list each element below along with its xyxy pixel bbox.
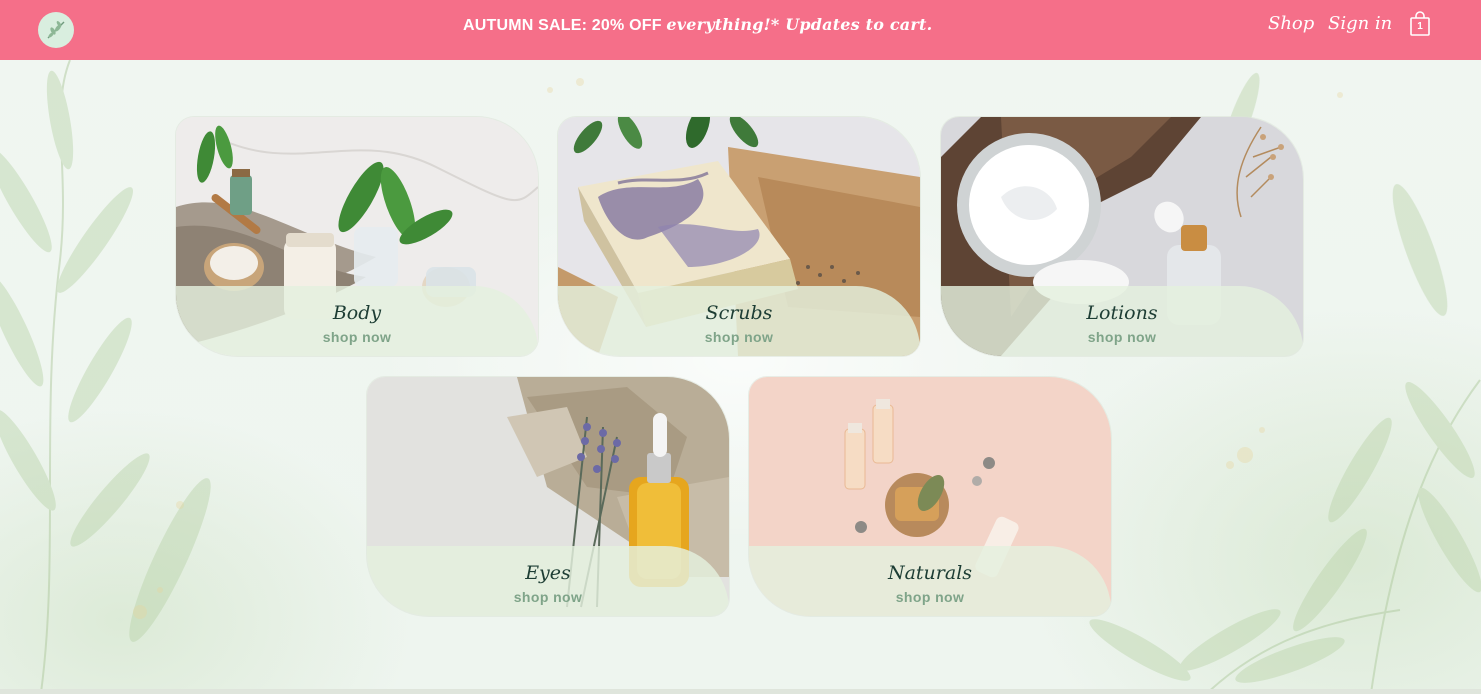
shop-now-link[interactable]: shop now: [941, 328, 1303, 346]
nav-sign-in-link[interactable]: Sign in: [1328, 11, 1392, 37]
category-card-title: Eyes: [525, 562, 571, 584]
cart-button[interactable]: 1: [1409, 11, 1431, 37]
nav-shop-link[interactable]: Shop: [1268, 11, 1314, 37]
category-card-scrubs[interactable]: Scrubs shop now: [558, 117, 920, 356]
shop-now-link[interactable]: shop now: [558, 328, 920, 346]
brand-logo[interactable]: [38, 12, 74, 48]
sale-announcement: AUTUMN SALE: 20% OFF everything!* Update…: [463, 14, 1023, 36]
cart-count-badge: 1: [1417, 21, 1423, 32]
shop-now-link[interactable]: shop now: [749, 588, 1111, 606]
category-card-lotions[interactable]: Lotions shop now: [941, 117, 1303, 356]
category-card-body[interactable]: Body shop now: [176, 117, 538, 356]
sale-announcement-prefix: AUTUMN SALE: 20% OFF: [463, 17, 667, 34]
shop-now-link[interactable]: shop now: [176, 328, 538, 346]
category-card-title: Body: [332, 302, 382, 324]
announcement-header: AUTUMN SALE: 20% OFF everything!* Update…: [0, 0, 1481, 60]
shop-now-link[interactable]: shop now: [367, 588, 729, 606]
category-card-title: Lotions: [1086, 302, 1158, 324]
category-card-title: Naturals: [887, 562, 973, 584]
bottom-rule: [0, 689, 1481, 694]
category-card-title: Scrubs: [705, 302, 773, 324]
category-card-eyes[interactable]: Eyes shop now: [367, 377, 729, 616]
category-card-naturals[interactable]: Naturals shop now: [749, 377, 1111, 616]
leaf-sprig-icon: [47, 21, 65, 39]
sale-announcement-emphasis: everything!* Updates to cart.: [666, 15, 933, 34]
